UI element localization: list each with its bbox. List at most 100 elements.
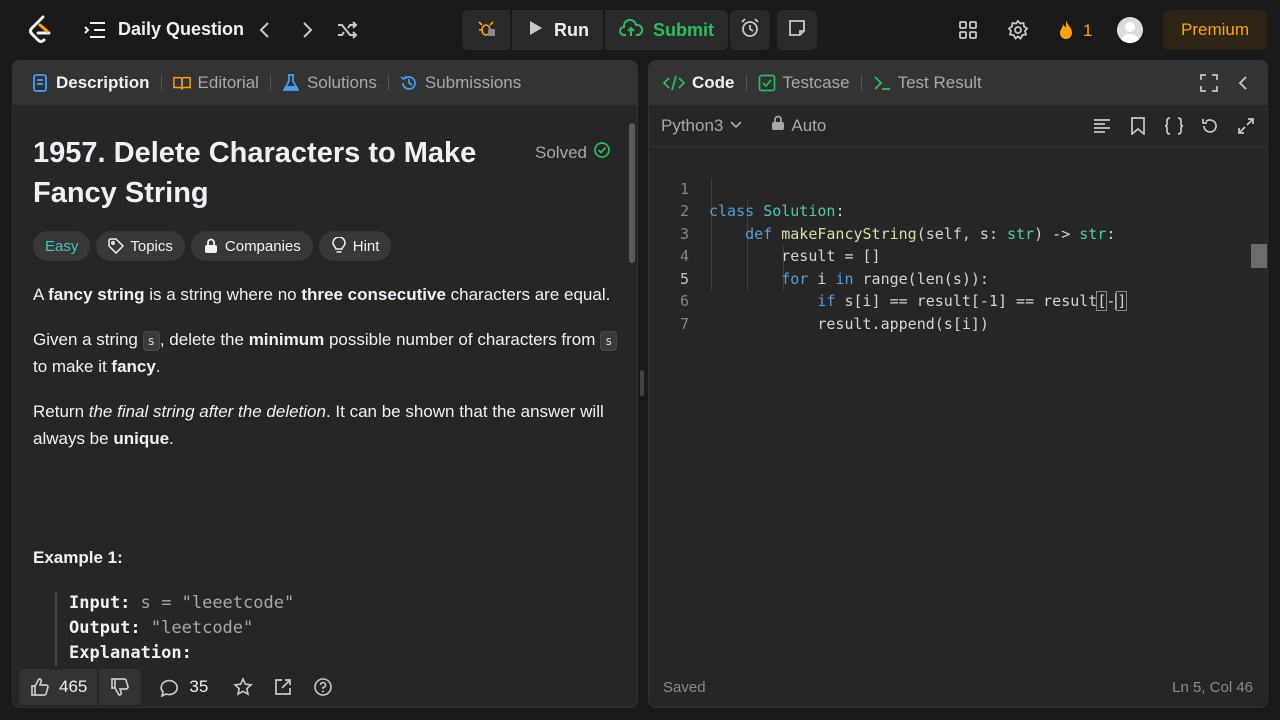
- tab-test-result[interactable]: Test Result: [873, 61, 982, 105]
- next-problem-icon[interactable]: [296, 19, 318, 41]
- run-button[interactable]: Run: [512, 10, 603, 50]
- example-input-value: s = "leeetcode": [140, 593, 295, 613]
- share-external-icon: [272, 676, 294, 698]
- comments-button[interactable]: 35: [159, 676, 208, 698]
- notes-button[interactable]: [777, 10, 817, 50]
- example-input-label: Input:: [69, 593, 131, 613]
- submit-label: Submit: [653, 19, 714, 40]
- reset-icon[interactable]: [1199, 115, 1221, 137]
- top-bar: Daily Question Run Submit 1 Premium: [0, 0, 1280, 60]
- tab-testcase[interactable]: Testcase: [758, 61, 850, 105]
- problem-tags: Easy Topics Companies Hint: [33, 231, 392, 261]
- tab-divider: [269, 75, 271, 91]
- language-label: Python3: [661, 115, 724, 135]
- language-select[interactable]: Python3: [661, 116, 743, 136]
- solved-label: Solved: [535, 142, 587, 162]
- code-line[interactable]: 1 class Solution:: [649, 155, 1267, 221]
- tab-code-label: Code: [692, 73, 735, 92]
- editor-toolbar: Python3 Auto: [649, 105, 1267, 147]
- tab-description-label: Description: [56, 73, 150, 92]
- difficulty-badge: Easy: [33, 231, 91, 261]
- inline-code: s: [142, 331, 160, 351]
- code-line[interactable]: 4 for i in range(len(s)):: [649, 223, 1267, 288]
- panel-resize-handle[interactable]: [640, 370, 644, 396]
- description-paragraph-1: A fancy string is a string where no thre…: [33, 285, 611, 304]
- tab-submissions[interactable]: Submissions: [400, 61, 521, 105]
- tab-divider: [160, 75, 162, 91]
- play-icon: [526, 19, 544, 42]
- code-line[interactable]: 6 result.append(s[i]): [649, 268, 1267, 333]
- submit-button[interactable]: Submit: [605, 10, 728, 50]
- code-line[interactable]: 2 def makeFancyString(self, s: str) -> s…: [649, 178, 1267, 243]
- tab-divider: [387, 75, 389, 91]
- code-tabbar: Code Testcase Test Result: [649, 61, 1267, 105]
- flask-icon: [282, 74, 300, 92]
- solved-status: Solved: [535, 141, 611, 164]
- code-brackets-icon: [663, 74, 685, 92]
- lock-icon: [771, 115, 785, 136]
- thumbs-up-icon: [29, 676, 51, 698]
- alarm-clock-icon: [739, 17, 761, 44]
- star-icon: [232, 676, 254, 698]
- terminal-icon: [873, 74, 891, 92]
- code-editor[interactable]: 1 class Solution: 2 def makeFancyString(…: [649, 155, 1267, 333]
- daily-question-title[interactable]: Daily Question: [118, 19, 244, 40]
- format-lines-icon[interactable]: [1091, 115, 1113, 137]
- line-number: 7: [679, 314, 689, 333]
- hint-label: Hint: [352, 237, 380, 255]
- companies-label: Companies: [224, 237, 301, 255]
- description-footer: 465 35: [13, 665, 637, 707]
- code-text: result.append(s[i]): [817, 314, 989, 333]
- dislike-button[interactable]: [99, 669, 142, 705]
- streak-count[interactable]: 1: [1083, 21, 1092, 41]
- tab-description[interactable]: Description: [31, 61, 150, 105]
- run-label: Run: [554, 19, 589, 40]
- code-line[interactable]: 7: [649, 290, 1267, 333]
- expand-diagonal-icon[interactable]: [1235, 115, 1257, 137]
- editor-status-bar: Saved Ln 5, Col 46: [649, 665, 1267, 707]
- comment-icon: [159, 676, 181, 698]
- favorite-button[interactable]: [232, 676, 254, 698]
- book-icon: [172, 74, 191, 92]
- hint-chip[interactable]: Hint: [318, 231, 392, 261]
- settings-gear-icon[interactable]: [1006, 18, 1030, 42]
- debug-bug-icon: [476, 18, 496, 43]
- companies-chip[interactable]: Companies: [190, 231, 313, 261]
- tab-solutions[interactable]: Solutions: [282, 61, 377, 105]
- maximize-icon[interactable]: [1199, 73, 1219, 98]
- share-button[interactable]: [272, 676, 294, 698]
- history-icon: [400, 74, 418, 92]
- user-avatar[interactable]: [1117, 17, 1143, 43]
- code-line[interactable]: 3 result = []: [649, 200, 1267, 266]
- description-doc-icon: [31, 74, 49, 92]
- tab-editorial[interactable]: Editorial: [172, 61, 259, 105]
- streak-fire-icon[interactable]: [1054, 18, 1078, 42]
- layout-grid-icon[interactable]: [956, 18, 980, 42]
- like-button[interactable]: 465: [19, 669, 98, 705]
- shuffle-icon[interactable]: [336, 19, 358, 41]
- description-panel: Description Editorial Solutions Submissi…: [12, 60, 638, 708]
- collapse-chevron-icon[interactable]: [1233, 73, 1253, 98]
- note-icon: [787, 18, 807, 43]
- help-button[interactable]: [312, 676, 334, 698]
- cursor-position: Ln 5, Col 46: [1172, 678, 1253, 696]
- premium-button[interactable]: Premium: [1163, 10, 1267, 50]
- code-line-current[interactable]: 5 if s[i] == result[-1] == result[-]: [649, 245, 1267, 311]
- example-explanation-label: Explanation:: [69, 643, 192, 663]
- problem-list-icon[interactable]: [84, 20, 106, 40]
- topics-chip[interactable]: Topics: [96, 231, 185, 261]
- tab-code[interactable]: Code: [663, 61, 735, 105]
- scroll-thumb[interactable]: [629, 123, 635, 263]
- description-scrollbar[interactable]: [629, 113, 635, 663]
- prev-problem-icon[interactable]: [254, 19, 276, 41]
- debug-button[interactable]: [462, 10, 510, 50]
- bookmark-icon[interactable]: [1127, 115, 1149, 137]
- problem-description: A fancy string is a string where no thre…: [33, 281, 623, 470]
- leetcode-logo-icon[interactable]: [26, 14, 54, 46]
- check-circle-icon: [593, 141, 611, 164]
- lock-icon: [203, 238, 219, 254]
- autocomplete-mode[interactable]: Auto: [771, 115, 826, 136]
- curly-braces-icon[interactable]: [1163, 115, 1185, 137]
- vote-group: 465: [19, 669, 142, 705]
- timer-button[interactable]: [730, 10, 770, 50]
